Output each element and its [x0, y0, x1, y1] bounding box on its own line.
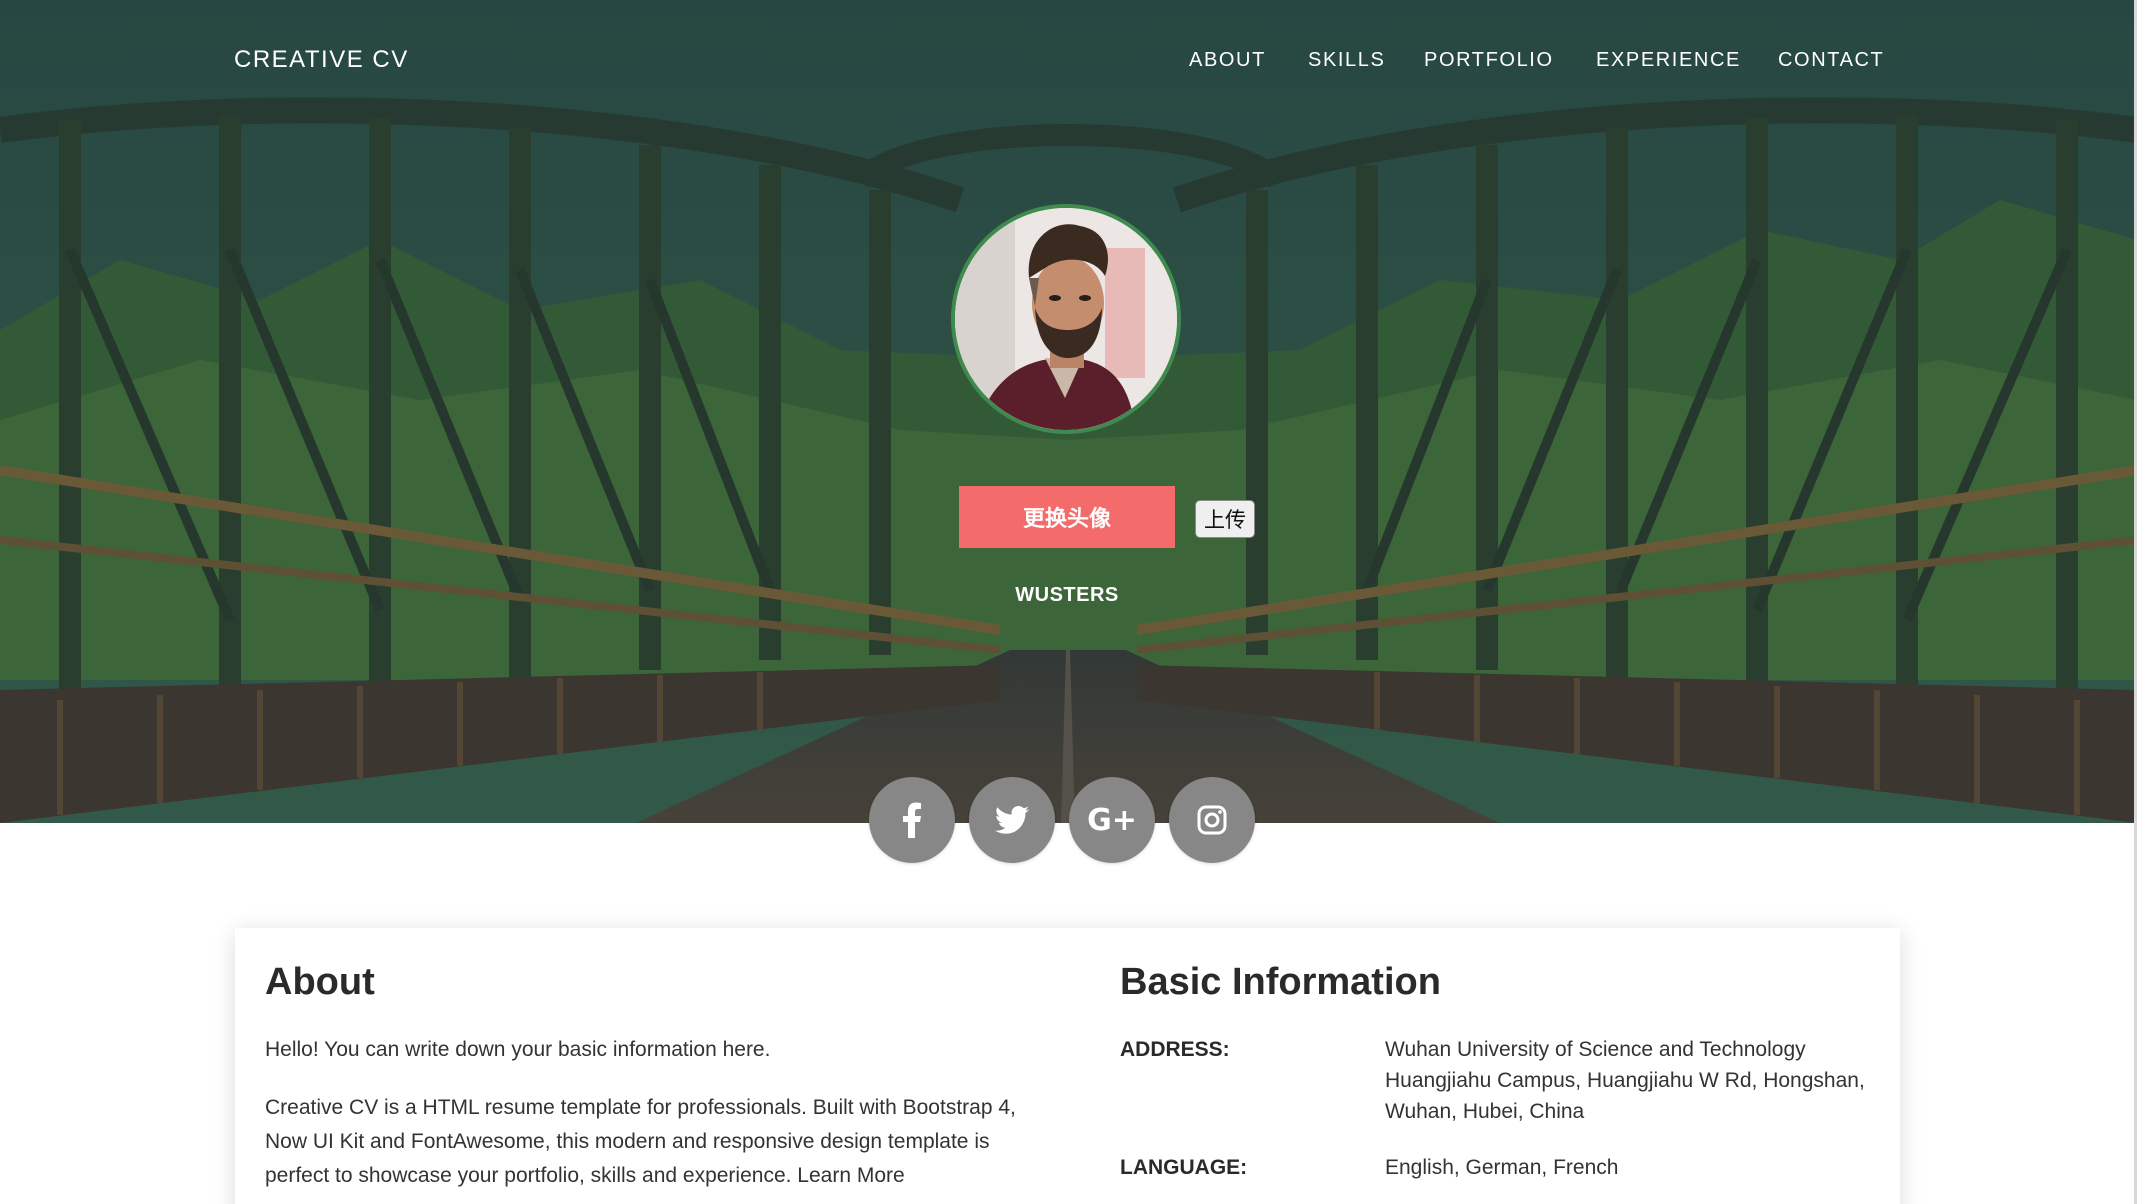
address-label: ADDRESS:: [1120, 1038, 1230, 1061]
instagram-button[interactable]: [1169, 777, 1255, 863]
about-heading: About: [265, 961, 375, 1003]
about-description: Creative CV is a HTML resume template fo…: [265, 1091, 1025, 1193]
nav-about[interactable]: ABOUT: [1189, 49, 1266, 72]
language-value: English, German, French: [1385, 1156, 1619, 1179]
address-value: Wuhan University of Science and Technolo…: [1385, 1038, 1865, 1123]
basic-info-heading: Basic Information: [1120, 961, 1441, 1003]
facebook-button[interactable]: [869, 777, 955, 863]
facebook-icon: [903, 802, 921, 838]
hero-banner: CREATIVE CV ABOUT SKILLS PORTFOLIO EXPER…: [0, 0, 2137, 823]
info-card: About Hello! You can write down your bas…: [235, 928, 1900, 1204]
nav-experience[interactable]: EXPERIENCE: [1596, 49, 1741, 72]
about-intro-text: Hello! You can write down your basic inf…: [265, 1038, 771, 1061]
avatar-portrait-image: [955, 208, 1177, 430]
profile-avatar: [951, 204, 1181, 434]
twitter-icon: [995, 806, 1029, 834]
twitter-button[interactable]: [969, 777, 1055, 863]
brand-logo[interactable]: CREATIVE CV: [234, 46, 409, 74]
nav-contact[interactable]: CONTACT: [1778, 49, 1884, 72]
instagram-icon: [1197, 805, 1227, 835]
google-plus-button[interactable]: G+: [1069, 777, 1155, 863]
nav-skills[interactable]: SKILLS: [1308, 49, 1385, 72]
change-avatar-button[interactable]: 更换头像: [959, 486, 1175, 548]
google-plus-icon: G+: [1087, 802, 1137, 838]
upload-button[interactable]: 上传: [1195, 500, 1255, 538]
profile-name: WUSTERS: [1015, 584, 1119, 606]
nav-portfolio[interactable]: PORTFOLIO: [1424, 49, 1554, 72]
language-label: LANGUAGE:: [1120, 1156, 1248, 1179]
about-description-cut: and experience. Learn More: [642, 1164, 905, 1187]
